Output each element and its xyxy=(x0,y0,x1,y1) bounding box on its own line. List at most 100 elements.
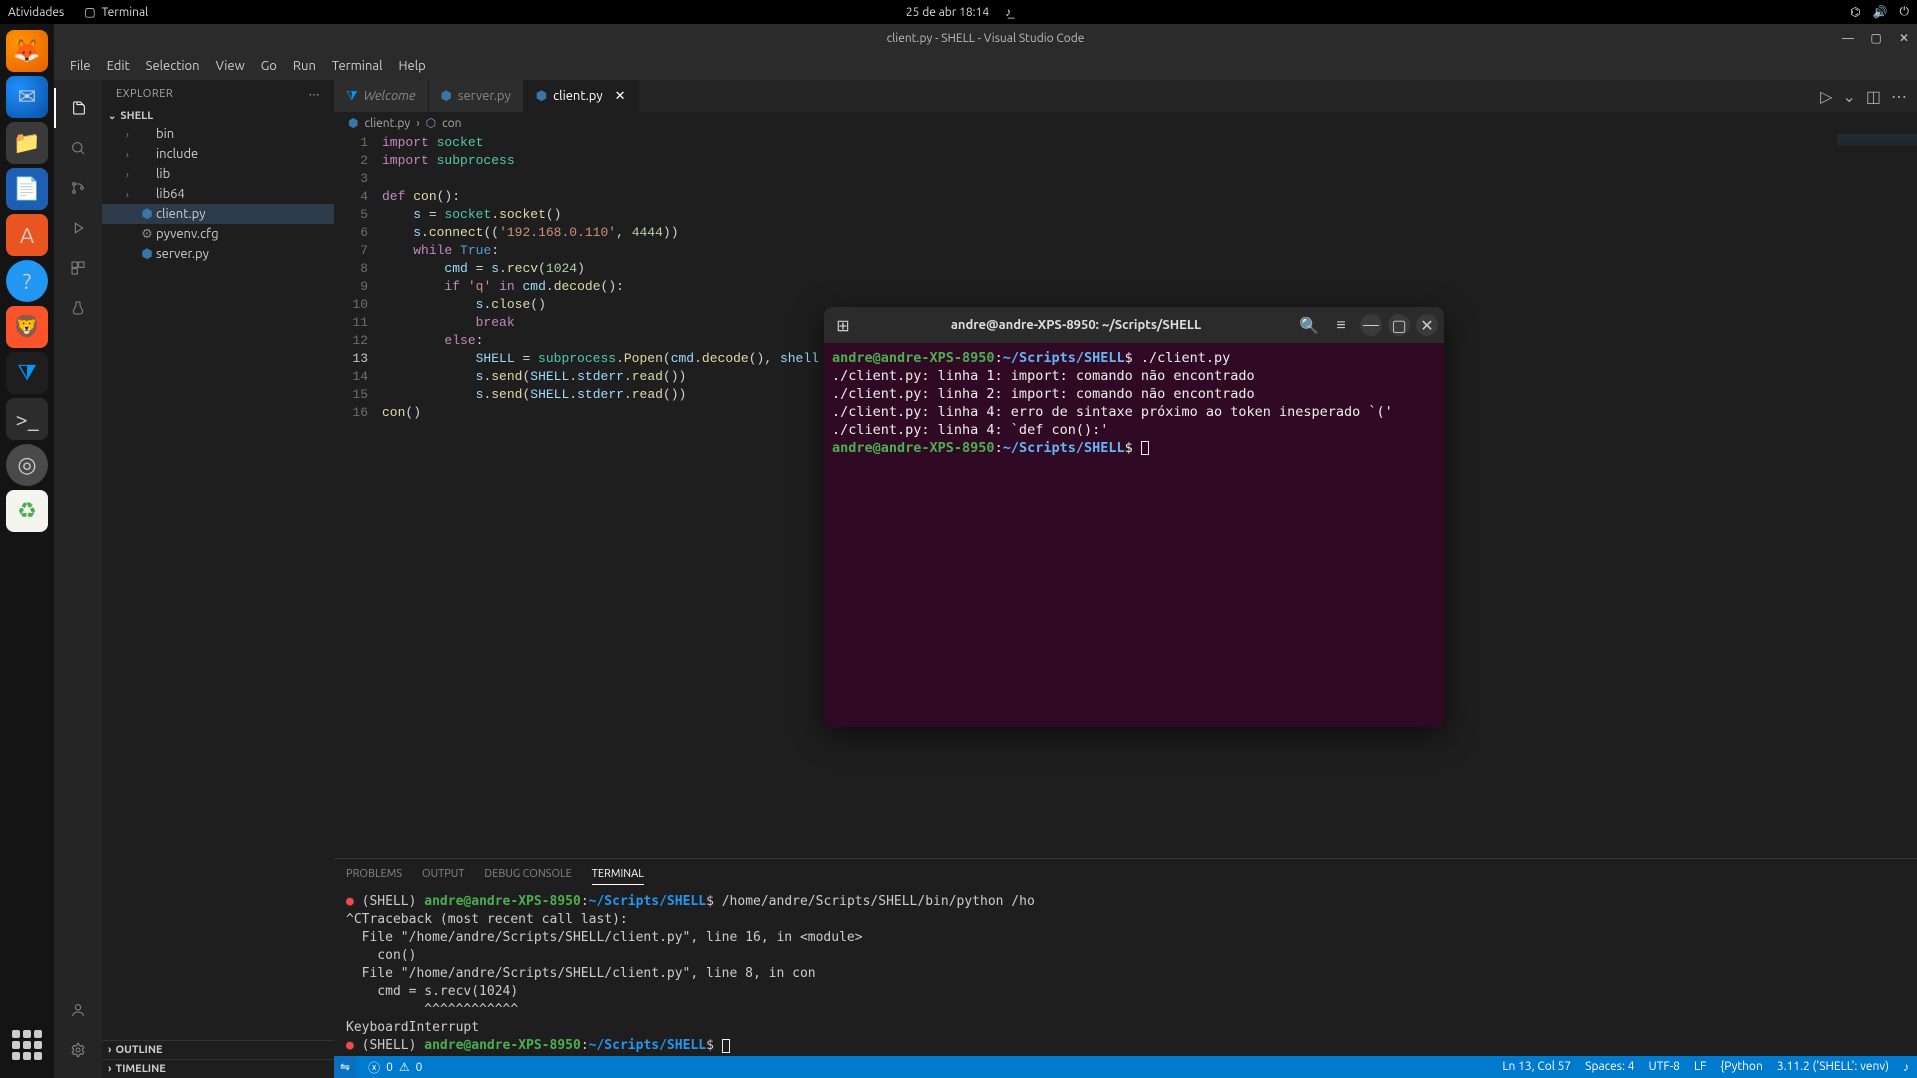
menu-file[interactable]: File xyxy=(62,59,99,73)
dock-files[interactable]: 📁 xyxy=(6,122,48,164)
run-icon[interactable]: ▷ xyxy=(1820,87,1832,106)
tree-item-server-py[interactable]: ⬢server.py xyxy=(102,244,334,264)
status-problems[interactable]: ⓧ0 ⚠0 xyxy=(368,1059,422,1076)
activity-bar xyxy=(54,80,102,1078)
window-maximize[interactable]: ▢ xyxy=(1869,31,1883,45)
status-errors: 0 xyxy=(386,1061,393,1074)
topbar-app[interactable]: ▢ Terminal xyxy=(84,5,148,19)
menu-edit[interactable]: Edit xyxy=(99,59,138,73)
activity-debug[interactable] xyxy=(54,208,102,248)
status-remote[interactable]: ⇋ xyxy=(334,1056,356,1078)
outline-label: OUTLINE xyxy=(115,1044,162,1056)
chevron-down-icon: ⌄ xyxy=(108,110,116,122)
split-editor-icon[interactable]: ◫ xyxy=(1866,87,1881,106)
bottom-panel: PROBLEMS OUTPUT DEBUG CONSOLE TERMINAL ● (S… xyxy=(334,858,1917,1056)
tree-item-include[interactable]: ›include xyxy=(102,144,334,164)
new-tab-button[interactable]: ⊞ xyxy=(830,312,856,338)
panel-tab-output[interactable]: OUTPUT xyxy=(422,864,464,884)
breadcrumb[interactable]: ⬢ client.py › ⬡ con xyxy=(334,112,1917,134)
activities-button[interactable]: Atividades xyxy=(8,6,64,19)
activity-scm[interactable] xyxy=(54,168,102,208)
minimap[interactable] xyxy=(1837,134,1917,254)
window-close[interactable]: ✕ xyxy=(1897,31,1911,45)
timeline-section[interactable]: › TIMELINE xyxy=(102,1059,334,1078)
chevron-right-icon: › xyxy=(108,1044,111,1056)
symbol-icon: ⬡ xyxy=(426,116,436,130)
menu-icon[interactable]: ≡ xyxy=(1328,312,1354,338)
topbar-app-label: Terminal xyxy=(102,6,149,19)
dock-show-apps[interactable] xyxy=(6,1024,48,1066)
window-minimize[interactable]: — xyxy=(1360,314,1382,336)
gnome-terminal-window: ⊞ andre@andre-XPS-8950: ~/Scripts/SHELL … xyxy=(824,307,1444,727)
window-minimize[interactable]: — xyxy=(1841,31,1855,45)
menu-selection[interactable]: Selection xyxy=(138,59,208,73)
tree-item-pyvenv-cfg[interactable]: ⚙pyvenv.cfg xyxy=(102,224,334,244)
status-interpreter[interactable]: 3.11.2 ('SHELL': venv) xyxy=(1777,1060,1889,1074)
gnome-topbar: Atividades ▢ Terminal 25 de abr 18:14 ♪̲… xyxy=(0,0,1917,24)
dock-firefox[interactable]: 🦊 xyxy=(6,30,48,72)
status-lang[interactable]: {Python xyxy=(1720,1060,1762,1074)
dock-vscode[interactable]: ⧩ xyxy=(6,352,48,394)
panel-tab-debug-console[interactable]: DEBUG CONSOLE xyxy=(484,864,571,884)
more-icon[interactable]: ⋯ xyxy=(1891,87,1907,106)
tree-item-lib64[interactable]: ›lib64 xyxy=(102,184,334,204)
power-icon[interactable]: ⏻ xyxy=(1900,5,1910,19)
integrated-terminal[interactable]: ● (SHELL) andre@andre-XPS-8950:~/Scripts… xyxy=(334,889,1917,1056)
dock-software[interactable]: A xyxy=(6,214,48,256)
network-icon[interactable]: ⌬ xyxy=(1850,5,1860,19)
tree-item-client-py[interactable]: ⬢client.py xyxy=(102,204,334,224)
status-bar: ⇋ ⓧ0 ⚠0 Ln 13, Col 57 Spaces: 4 UTF-8 LF… xyxy=(334,1056,1917,1078)
status-encoding[interactable]: UTF-8 xyxy=(1648,1060,1679,1074)
menu-go[interactable]: Go xyxy=(253,59,285,73)
breadcrumb-symbol: con xyxy=(442,117,461,130)
tab-welcome[interactable]: ⧩Welcome xyxy=(334,80,429,112)
status-eol[interactable]: LF xyxy=(1694,1060,1706,1074)
dock-disks[interactable]: ◎ xyxy=(6,444,48,486)
dock-trash[interactable]: ♻ xyxy=(6,490,48,532)
topbar-datetime[interactable]: 25 de abr 18:14 xyxy=(906,6,989,19)
activity-testing[interactable] xyxy=(54,288,102,328)
dock-thunderbird[interactable]: ✉ xyxy=(6,76,48,118)
search-icon[interactable]: 🔍 xyxy=(1296,312,1322,338)
window-close[interactable]: ✕ xyxy=(1416,314,1438,336)
tree-project-header[interactable]: ⌄ SHELL xyxy=(102,108,334,124)
status-notifications-icon[interactable]: ♪ xyxy=(1903,1060,1909,1074)
gnome-terminal-header: ⊞ andre@andre-XPS-8950: ~/Scripts/SHELL … xyxy=(824,307,1444,343)
panel-tab-problems[interactable]: PROBLEMS xyxy=(346,864,402,884)
window-maximize[interactable]: ▢ xyxy=(1388,314,1410,336)
status-spaces[interactable]: Spaces: 4 xyxy=(1585,1060,1634,1074)
dock-libreoffice[interactable]: 📄 xyxy=(6,168,48,210)
explorer-sidebar: EXPLORER ⋯ ⌄ SHELL ›bin›include›lib›lib6… xyxy=(102,80,334,1078)
tab-server-py[interactable]: ⬢server.py xyxy=(429,80,524,112)
menu-terminal[interactable]: Terminal xyxy=(324,59,391,73)
notifications-icon[interactable]: ♪̲ xyxy=(1005,5,1011,19)
activity-extensions[interactable] xyxy=(54,248,102,288)
activity-settings[interactable] xyxy=(54,1030,102,1070)
tree-project-name: SHELL xyxy=(120,110,153,122)
close-icon[interactable]: ✕ xyxy=(615,89,626,104)
tab-client-py[interactable]: ⬢client.py✕ xyxy=(524,80,639,112)
status-cursor[interactable]: Ln 13, Col 57 xyxy=(1502,1060,1571,1074)
editor-tabs: ⧩Welcome⬢server.py⬢client.py✕ ▷ ⌄ ◫ ⋯ xyxy=(334,80,1917,112)
dock-help[interactable]: ? xyxy=(6,260,48,302)
tree-item-lib[interactable]: ›lib xyxy=(102,164,334,184)
explorer-more-icon[interactable]: ⋯ xyxy=(309,88,321,101)
terminal-icon: ▢ xyxy=(84,5,95,19)
outline-section[interactable]: › OUTLINE xyxy=(102,1040,334,1059)
chevron-right-icon: › xyxy=(108,1063,111,1075)
menu-view[interactable]: View xyxy=(208,59,253,73)
panel-tabs: PROBLEMS OUTPUT DEBUG CONSOLE TERMINAL xyxy=(334,859,1917,889)
chevron-down-icon[interactable]: ⌄ xyxy=(1842,87,1855,106)
activity-account[interactable] xyxy=(54,990,102,1030)
tree-item-bin[interactable]: ›bin xyxy=(102,124,334,144)
panel-tab-terminal[interactable]: TERMINAL xyxy=(592,864,644,885)
volume-icon[interactable]: 🔊 xyxy=(1873,5,1888,19)
menu-help[interactable]: Help xyxy=(390,59,433,73)
dock-terminal[interactable]: >_ xyxy=(6,398,48,440)
activity-explorer[interactable] xyxy=(54,88,102,128)
gnome-terminal-body[interactable]: andre@andre-XPS-8950:~/Scripts/SHELL$ ./… xyxy=(824,343,1444,727)
menu-run[interactable]: Run xyxy=(285,59,324,73)
dock-brave[interactable]: 🦁 xyxy=(6,306,48,348)
activity-search[interactable] xyxy=(54,128,102,168)
vscode-titlebar: client.py - SHELL - Visual Studio Code —… xyxy=(54,24,1917,52)
